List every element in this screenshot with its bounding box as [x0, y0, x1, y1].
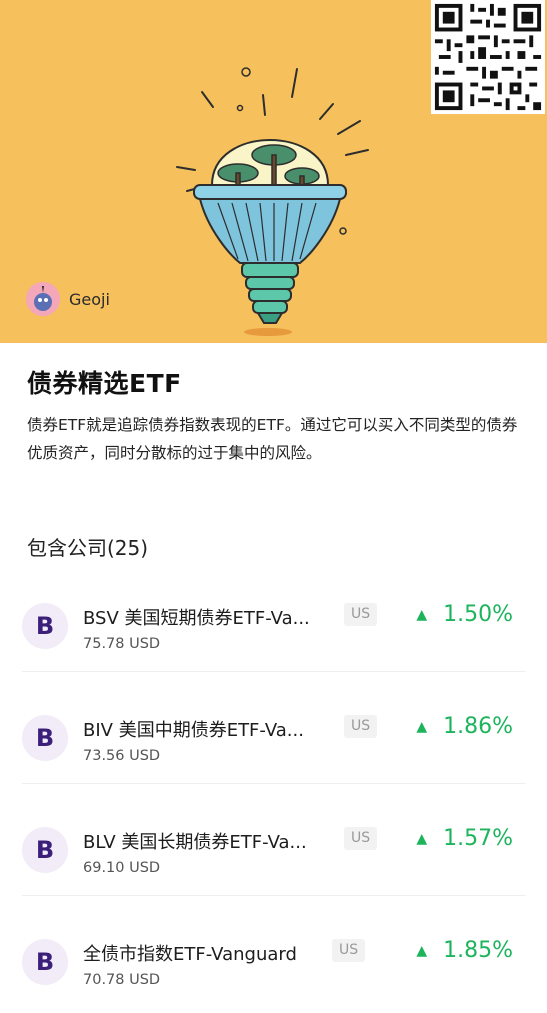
- fund-logo-icon: B: [22, 603, 68, 649]
- change-percent: 1.85%: [443, 938, 513, 963]
- fund-price: 73.56 USD: [83, 748, 161, 764]
- fund-logo-icon: B: [22, 715, 68, 761]
- change-percent: 1.57%: [443, 826, 513, 851]
- collection-description: 债券ETF就是追踪债券指数表现的ETF。通过它可以买入不同类型的债券优质资产，同…: [27, 416, 518, 462]
- holding-row[interactable]: B BSV 美国短期债券ETF-Va... US 75.78 USD ▲ 1.5…: [0, 560, 547, 672]
- fund-name: BSV 美国短期债券ETF-Va...: [83, 608, 310, 629]
- up-arrow-icon: ▲: [416, 942, 428, 959]
- price-change: ▲ 1.50%: [416, 602, 513, 627]
- qr-code: [431, 0, 545, 114]
- avatar-icon: [26, 282, 60, 316]
- price-change: ▲ 1.85%: [416, 938, 513, 963]
- fund-logo-icon: B: [22, 939, 68, 985]
- market-badge: US: [344, 715, 378, 738]
- lightbulb-illustration: [176, 67, 369, 336]
- market-badge: US: [344, 603, 378, 626]
- hero-banner: Geoji: [0, 0, 547, 343]
- fund-name: 全债市指数ETF-Vanguard: [83, 944, 297, 965]
- market-badge: US: [332, 939, 366, 962]
- price-change: ▲ 1.57%: [416, 826, 513, 851]
- fund-logo-icon: B: [22, 827, 68, 873]
- fund-name: BLV 美国长期债券ETF-Va...: [83, 832, 307, 853]
- market-badge: US: [344, 827, 378, 850]
- holding-row[interactable]: B 全债市指数ETF-Vanguard US 70.78 USD ▲ 1.85%: [0, 896, 547, 1008]
- holdings-count-label: 包含公司(25): [27, 536, 149, 560]
- fund-price: 75.78 USD: [83, 636, 161, 652]
- fund-price: 69.10 USD: [83, 860, 161, 876]
- author-name: Geoji: [69, 289, 110, 309]
- fund-price: 70.78 USD: [83, 972, 161, 988]
- holding-row[interactable]: B BIV 美国中期债券ETF-Va... US 73.56 USD ▲ 1.8…: [0, 672, 547, 784]
- change-percent: 1.86%: [443, 714, 513, 739]
- up-arrow-icon: ▲: [416, 606, 428, 623]
- up-arrow-icon: ▲: [416, 718, 428, 735]
- up-arrow-icon: ▲: [416, 830, 428, 847]
- collection-title: 债券精选ETF: [27, 369, 182, 398]
- change-percent: 1.50%: [443, 602, 513, 627]
- fund-name: BIV 美国中期债券ETF-Va...: [83, 720, 304, 741]
- holding-row[interactable]: B BLV 美国长期债券ETF-Va... US 69.10 USD ▲ 1.5…: [0, 784, 547, 896]
- price-change: ▲ 1.86%: [416, 714, 513, 739]
- holdings-list: B BSV 美国短期债券ETF-Va... US 75.78 USD ▲ 1.5…: [0, 560, 547, 1008]
- author-tag[interactable]: Geoji: [26, 282, 110, 316]
